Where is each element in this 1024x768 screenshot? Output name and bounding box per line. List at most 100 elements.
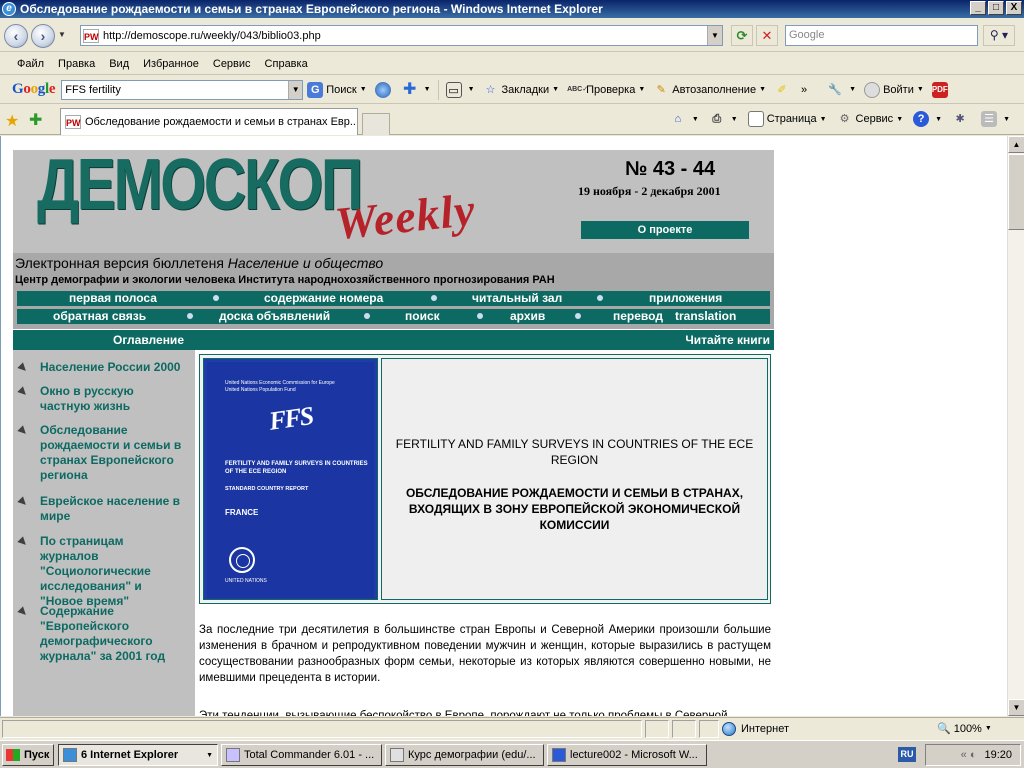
nav-dot [477, 313, 483, 319]
nav-feedback[interactable]: обратная связь [53, 309, 146, 324]
search-input[interactable]: Google [785, 25, 978, 46]
zoom-level[interactable]: 🔍 100% ▼ [937, 722, 992, 736]
google-query[interactable]: FFS fertility [62, 84, 288, 96]
nav-archive[interactable]: архив [510, 309, 545, 324]
nav-front-page[interactable]: первая полоса [69, 291, 157, 306]
nav-reading-room[interactable]: читальный зал [472, 291, 562, 306]
start-button[interactable]: Пуск [2, 744, 54, 766]
nav-dot [431, 295, 437, 301]
favorites-star-icon[interactable]: ★ [5, 111, 19, 131]
clock: 19:20 [984, 749, 1012, 761]
bookmarks-button[interactable]: ☆ Закладки ▼ [479, 82, 564, 98]
menu-view[interactable]: Вид [102, 58, 136, 70]
cover-series: STANDARD COUNTRY REPORT [225, 486, 309, 492]
more-chevron[interactable]: » [797, 84, 811, 96]
section-bar: Оглавление Читайте книги [13, 330, 774, 350]
highlight-button[interactable]: ✐ [770, 82, 797, 98]
new-tab-button[interactable] [362, 113, 390, 135]
tab-active[interactable]: PW Обследование рождаемости и семьи в ст… [60, 108, 358, 135]
window-title: Обследование рождаемости и семьи в стран… [20, 2, 603, 16]
nav-dot [597, 295, 603, 301]
task-word[interactable]: lecture002 - Microsoft W... [547, 744, 707, 766]
nav-search[interactable]: поиск [405, 309, 440, 324]
vertical-scrollbar[interactable]: ▲ ▼ [1007, 136, 1024, 716]
cover-publisher: UNITED NATIONS [225, 578, 267, 584]
autofill-button[interactable]: ✎ Автозаполнение ▼ [649, 82, 770, 98]
refresh-button[interactable]: ⟳ [731, 25, 753, 46]
menu-bar: Файл Правка Вид Избранное Сервис Справка [0, 53, 1024, 75]
tools-menu[interactable]: ⚙ Сервис ▼ [833, 111, 908, 127]
address-url[interactable]: http://demoscope.ru/weekly/043/biblio03.… [103, 30, 707, 42]
read-books-heading: Читайте книги [685, 333, 770, 347]
sidebar-item[interactable]: Население России 2000 [17, 360, 185, 375]
page-viewport[interactable]: ДЕМОСКОП Weekly № 43 - 44 19 ноября - 2 … [0, 136, 1007, 716]
cover-country: FRANCE [225, 508, 259, 517]
back-button[interactable]: ‹ [4, 24, 28, 48]
stop-button[interactable]: ✕ [756, 25, 778, 46]
wrench-button[interactable]: 🔧 ▼ [823, 82, 860, 98]
sidebar-item[interactable]: Обследование рождаемости и семьи в стран… [17, 423, 185, 483]
sidebar-item[interactable]: Еврейское население в мире [17, 494, 185, 524]
menu-help[interactable]: Справка [258, 58, 315, 70]
home-button[interactable]: ⌂ ▼ [666, 111, 703, 127]
menu-favorites[interactable]: Избранное [136, 58, 206, 70]
bulletin-subtitle: Электронная версия бюллетеня Население и… [15, 255, 384, 271]
address-bar[interactable]: PW http://demoscope.ru/weekly/043/biblio… [80, 25, 723, 46]
scroll-up-button[interactable]: ▲ [1008, 136, 1024, 153]
chevron-down-icon[interactable]: ▼ [288, 80, 303, 99]
menu-tools[interactable]: Сервис [206, 58, 258, 70]
forward-button[interactable]: › [31, 24, 55, 48]
menu-edit[interactable]: Правка [51, 58, 102, 70]
google-search-label: Поиск [326, 83, 357, 96]
research-icon[interactable]: ✱ [948, 111, 975, 127]
google-search-button[interactable]: G Поиск ▼ [303, 81, 370, 98]
page-menu[interactable]: Страница ▼ [744, 111, 831, 127]
spellcheck-button[interactable]: ABC✓ Проверка ▼ [563, 82, 649, 98]
plus-button[interactable]: ✚ ▼ [398, 81, 435, 98]
maximize-button[interactable]: □ [988, 1, 1004, 15]
scroll-down-button[interactable]: ▼ [1008, 699, 1024, 716]
task-internet-explorer[interactable]: 6 Internet Explorer ▼ [58, 744, 218, 766]
address-dropdown-icon[interactable]: ▼ [707, 26, 722, 45]
rss-icon[interactable]: ☰ ▼ [977, 111, 1014, 127]
nav-issue-contents[interactable]: содержание номера [264, 291, 383, 306]
demoscope-logo[interactable]: ДЕМОСКОП [37, 144, 363, 226]
globe-button[interactable] [371, 81, 398, 98]
status-cell [645, 720, 669, 738]
book-title-english: FERTILITY AND FAMILY SURVEYS IN COUNTRIE… [395, 437, 754, 467]
autofill-label: Автозаполнение [672, 83, 757, 96]
bullet-arrow-icon [17, 386, 29, 398]
nav-appendices[interactable]: приложения [649, 291, 722, 306]
sidebar-item[interactable]: По страницам журналов "Социологические и… [17, 534, 185, 609]
help-button[interactable]: ? ▼ [909, 111, 946, 127]
book-info: FERTILITY AND FAMILY SURVEYS IN COUNTRIE… [381, 358, 768, 600]
task-total-commander[interactable]: Total Commander 6.01 - ... [221, 744, 382, 766]
signin-button[interactable]: Войти ▼ [860, 81, 928, 98]
page-menu-label: Страница [766, 113, 817, 125]
nav-bulletin-board[interactable]: доска объявлений [219, 309, 330, 324]
history-dropdown-icon[interactable]: ▼ [58, 30, 66, 39]
popup-blocker-button[interactable]: ▭ ▼ [442, 81, 479, 98]
sidebar-item[interactable]: Содержание "Европейского демографическог… [17, 604, 185, 664]
google-search-field[interactable]: FFS fertility ▼ [61, 79, 304, 100]
pdf-button[interactable]: PDF [928, 81, 955, 98]
institute-name: Центр демографии и экологии человека Инс… [15, 274, 555, 286]
minimize-button[interactable]: _ [970, 1, 986, 15]
issue-number: № 43 - 44 [625, 158, 716, 180]
tab-row: ★ ✚ PW Обследование рождаемости и семьи … [0, 105, 1024, 135]
task-course[interactable]: Курс демографии (edu/... [385, 744, 544, 766]
sidebar-item[interactable]: Окно в русскую частную жизнь [17, 384, 185, 414]
add-favorite-icon[interactable]: ✚ [29, 110, 42, 130]
search-button[interactable]: ⚲ ▾ [983, 25, 1015, 46]
print-button[interactable]: ⎙ ▼ [705, 111, 742, 127]
language-indicator[interactable]: RU [898, 747, 916, 762]
nav-translation-ru[interactable]: перевод [613, 309, 663, 324]
scroll-thumb[interactable] [1008, 154, 1024, 230]
google-logo[interactable]: Google [12, 81, 56, 98]
close-button[interactable]: X [1006, 1, 1022, 15]
nav-translation-en[interactable]: translation [675, 309, 736, 324]
about-project-button[interactable]: О проекте [581, 221, 749, 239]
bullet-arrow-icon [17, 536, 29, 548]
menu-file[interactable]: Файл [10, 58, 51, 70]
tray-icons[interactable]: « ◐ [961, 749, 977, 761]
